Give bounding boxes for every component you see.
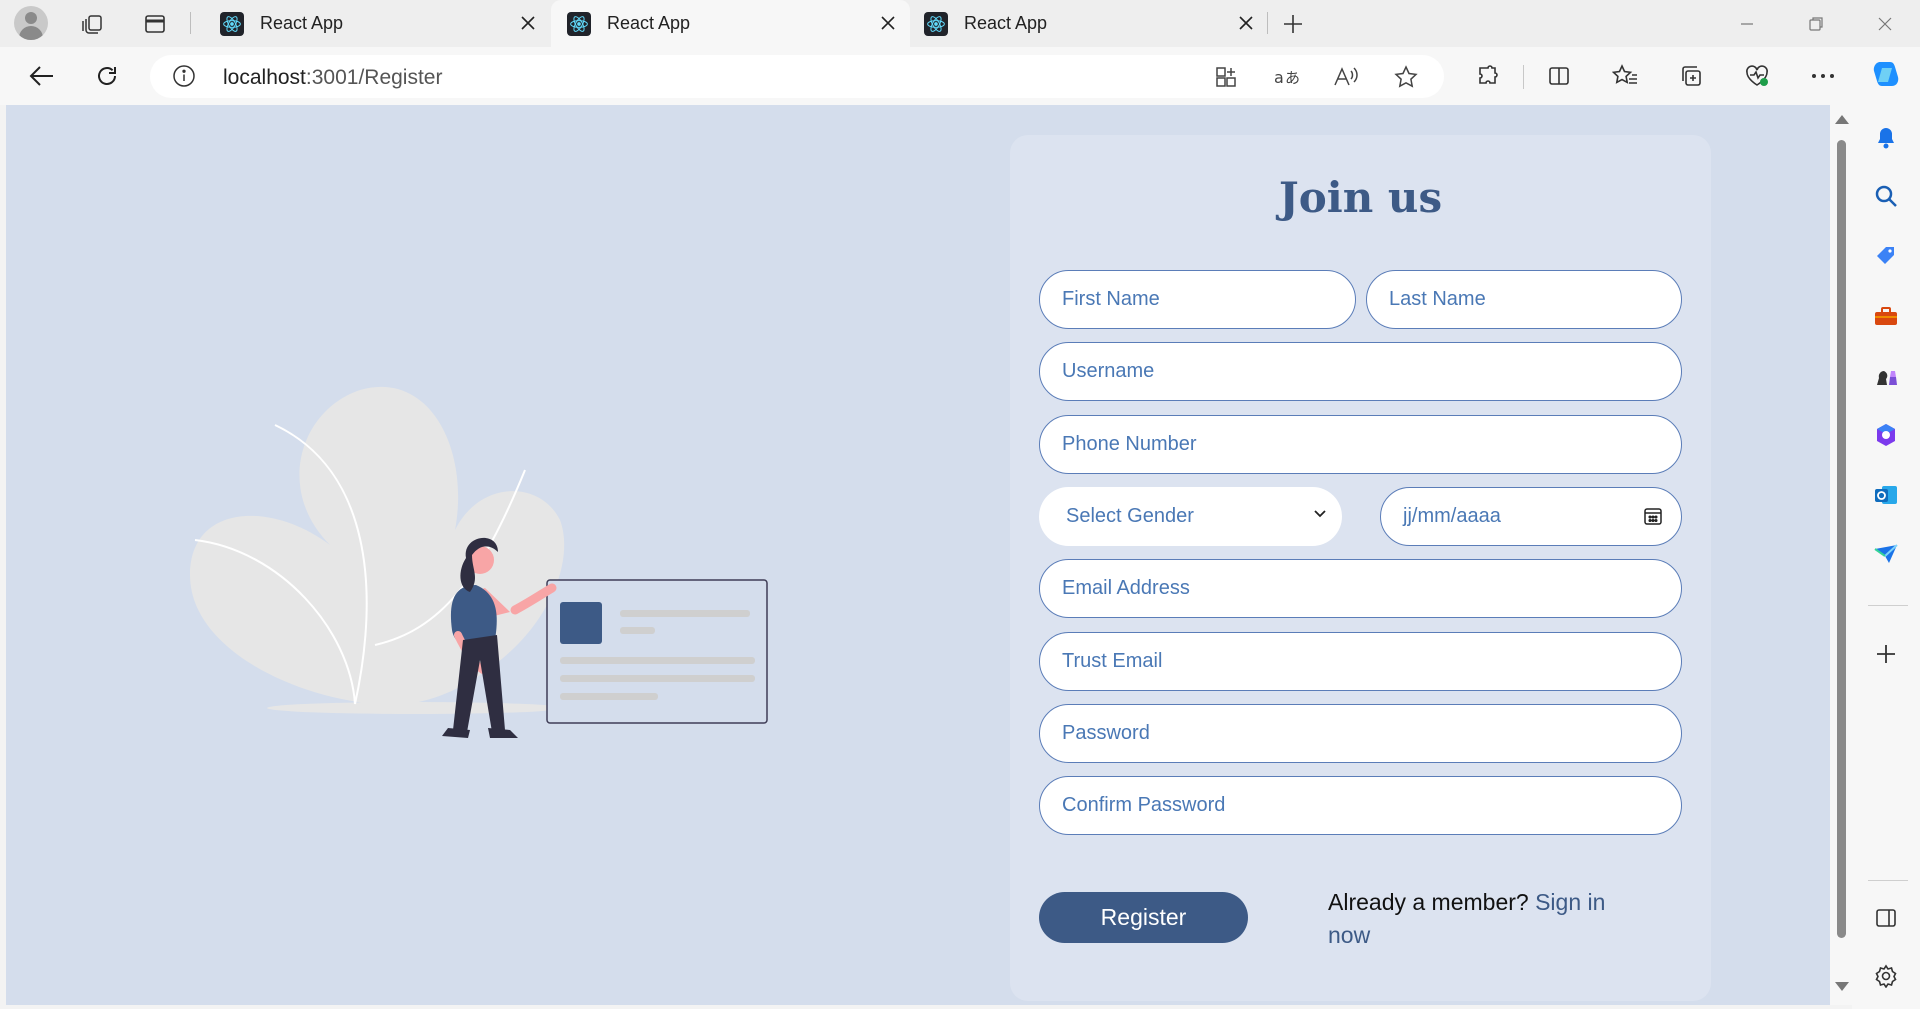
apps-icon[interactable] <box>1208 59 1244 95</box>
vertical-tabs-icon[interactable] <box>137 6 173 42</box>
svg-text:a: a <box>1274 68 1284 87</box>
favorite-star-icon[interactable] <box>1388 59 1424 95</box>
workspaces-icon[interactable] <box>75 6 111 42</box>
username-field[interactable]: Username <box>1039 342 1682 401</box>
phone-number-field[interactable]: Phone Number <box>1039 415 1682 474</box>
close-tab-icon[interactable] <box>876 11 900 35</box>
split-screen-icon[interactable] <box>1541 58 1577 94</box>
page-viewport: Join us First Name Last Name Username Ph… <box>6 105 1830 1005</box>
tab-react-app-2[interactable]: React App <box>551 0 910 47</box>
back-icon[interactable] <box>24 58 60 94</box>
site-info-icon[interactable] <box>172 64 196 93</box>
refresh-icon[interactable] <box>89 58 125 94</box>
last-name-field[interactable]: Last Name <box>1366 270 1682 329</box>
first-name-field[interactable]: First Name <box>1039 270 1356 329</box>
profile-card-drawing <box>546 579 768 724</box>
leaf-left <box>190 386 565 705</box>
trust-email-field[interactable]: Trust Email <box>1039 632 1682 691</box>
search-icon[interactable] <box>1870 180 1902 212</box>
scroll-thumb[interactable] <box>1837 140 1846 938</box>
browser-essentials-icon[interactable] <box>1739 58 1775 94</box>
react-logo-icon <box>567 11 591 36</box>
react-logo-icon <box>924 11 948 36</box>
read-aloud-icon[interactable] <box>1328 59 1364 95</box>
birth-date-field[interactable]: jj/mm/aaaa <box>1380 487 1682 546</box>
collections-icon[interactable] <box>1673 58 1709 94</box>
new-tab-icon[interactable] <box>1275 6 1311 42</box>
bell-icon[interactable] <box>1870 122 1902 154</box>
register-illustration <box>190 386 768 738</box>
react-logo-icon <box>220 11 244 36</box>
scroll-down-arrow[interactable] <box>1835 982 1849 991</box>
url-text[interactable]: localhost:3001/Register <box>223 66 442 90</box>
panel-icon[interactable] <box>1870 902 1902 934</box>
scroll-up-arrow[interactable] <box>1835 115 1849 124</box>
edge-sidebar <box>1852 47 1920 1009</box>
minimize-icon[interactable] <box>1724 6 1770 42</box>
chess-icon[interactable] <box>1870 360 1902 392</box>
tab-title: React App <box>260 13 344 33</box>
svg-text:あ: あ <box>1285 69 1299 87</box>
register-card: Join us First Name Last Name Username Ph… <box>1010 135 1711 1001</box>
more-options-icon[interactable] <box>1805 58 1841 94</box>
tab-title: React App <box>607 13 691 33</box>
close-tab-icon[interactable] <box>516 11 540 35</box>
favorites-icon[interactable] <box>1607 58 1643 94</box>
profile-avatar[interactable] <box>14 6 48 40</box>
tag-icon[interactable] <box>1870 240 1902 272</box>
chevron-down-icon <box>1312 505 1328 528</box>
ground-shadow <box>267 702 563 714</box>
toolbox-icon[interactable] <box>1870 300 1902 332</box>
sign-in-prompt: Already a member? Sign in now <box>1328 889 1606 948</box>
outlook-icon[interactable] <box>1870 479 1902 511</box>
tab-strip: React App React App React App <box>0 0 1920 47</box>
tab-title: React App <box>964 13 1048 33</box>
browser-toolbar: localhost:3001/Register aあ <box>0 47 1920 105</box>
password-field[interactable]: Password <box>1039 704 1682 763</box>
extensions-icon[interactable] <box>1470 58 1506 94</box>
register-button[interactable]: Register <box>1039 892 1248 943</box>
close-window-icon[interactable] <box>1862 6 1908 42</box>
gender-select[interactable]: Select Gender <box>1039 487 1342 546</box>
close-tab-icon[interactable] <box>1234 11 1258 35</box>
confirm-password-field[interactable]: Confirm Password <box>1039 776 1682 835</box>
send-icon[interactable] <box>1870 539 1902 571</box>
calendar-icon[interactable] <box>1643 506 1663 532</box>
copilot-icon[interactable] <box>1870 58 1902 90</box>
email-field[interactable]: Email Address <box>1039 559 1682 618</box>
add-icon[interactable] <box>1870 638 1902 670</box>
page-title: Join us <box>1278 173 1443 222</box>
translate-icon[interactable]: aあ <box>1268 59 1304 95</box>
restore-icon[interactable] <box>1793 6 1839 42</box>
address-bar[interactable]: localhost:3001/Register aあ <box>150 55 1444 98</box>
office-icon[interactable] <box>1870 419 1902 451</box>
tab-react-app-3[interactable]: React App <box>910 0 1268 47</box>
vertical-scrollbar[interactable] <box>1830 105 1852 1005</box>
tab-react-app-1[interactable]: React App <box>200 0 550 47</box>
settings-icon[interactable] <box>1870 960 1902 992</box>
